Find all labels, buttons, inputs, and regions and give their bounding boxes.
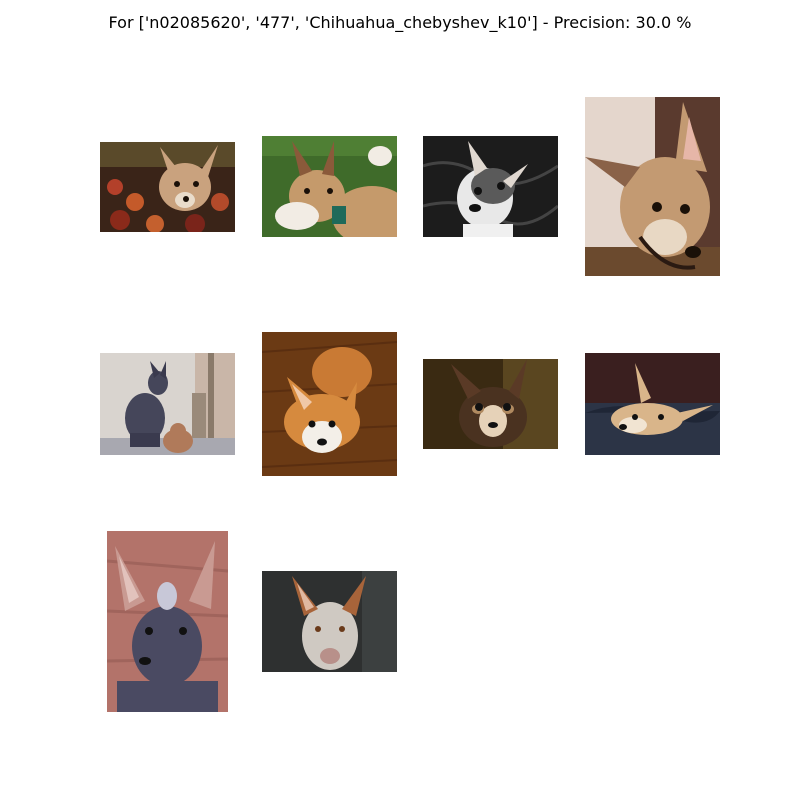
result-image-6 — [262, 332, 397, 476]
result-image-1 — [100, 142, 235, 232]
result-image-5 — [100, 353, 235, 455]
result-image-8 — [585, 353, 720, 455]
result-image-3 — [423, 136, 558, 237]
result-image-2 — [262, 136, 397, 237]
result-image-4 — [585, 97, 720, 276]
result-image-10 — [262, 571, 397, 672]
result-image-9 — [107, 531, 228, 712]
figure-title: For ['n02085620', '477', 'Chihuahua_cheb… — [108, 13, 692, 32]
result-image-7 — [423, 359, 558, 449]
